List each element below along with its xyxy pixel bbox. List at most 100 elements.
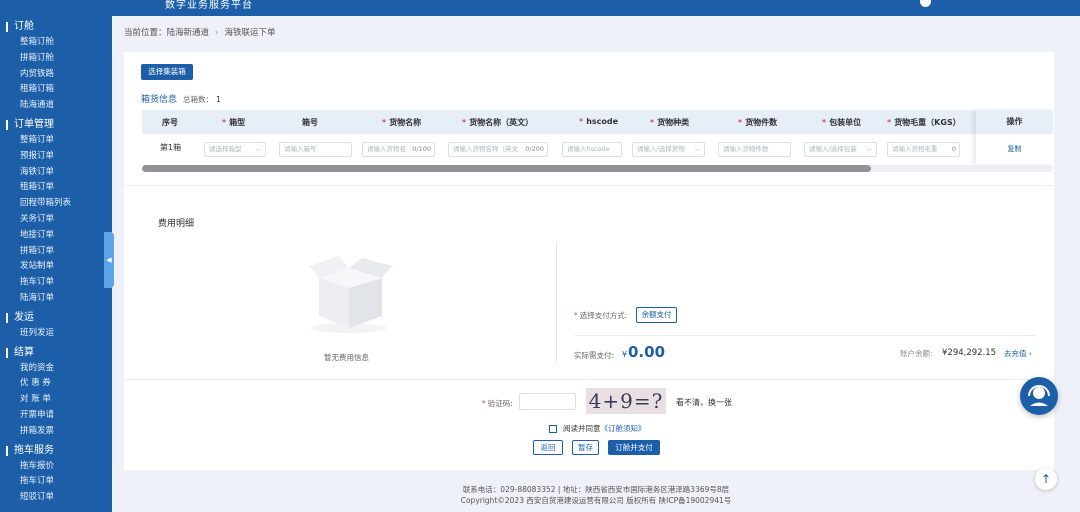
copy-row-link[interactable]: 复制 (976, 144, 1053, 154)
sidebar-item[interactable]: 拖车报价 (0, 459, 112, 475)
chevron-down-icon: ⌵ (255, 145, 261, 153)
breadcrumb: 当前位置：陆海新通道 › 海铁联运下单 (124, 28, 276, 38)
goods-type-select[interactable]: 请输入/选择货物 ⌵ (632, 142, 705, 157)
fee-detail-title: 费用明细 (158, 219, 195, 229)
breadcrumb-level1[interactable]: 陆海新通道 (167, 28, 210, 38)
box-info-header: 箱货信息 总箱数： 1 (141, 92, 221, 105)
sidebar-item[interactable]: 整箱订单 (0, 133, 112, 149)
sidebar-section-title[interactable]: 拖车服务 (0, 443, 112, 459)
sidebar-item[interactable]: 拖车订单 (0, 275, 112, 291)
sidebar-section-title[interactable]: 结算 (0, 345, 112, 361)
column-header: 序号 (162, 118, 178, 127)
gross-weight-input[interactable]: 请输入货物毛重 0 (887, 142, 960, 157)
sidebar-item[interactable]: 对 账 单 (0, 392, 112, 408)
sidebar-item[interactable]: 陆海订单 (0, 291, 112, 307)
balance-label: 账户余额: (900, 349, 933, 358)
box-no-input[interactable]: 请输入箱号 (279, 142, 352, 157)
column-header: * 箱型 (222, 118, 246, 127)
pack-unit-select[interactable]: 请输入/选择包装 ⌵ (804, 142, 877, 157)
verify-code-label: * 验证码: (482, 399, 513, 408)
sidebar-item[interactable]: 整箱订舱 (0, 35, 112, 51)
box-count-label: 总箱数： (183, 95, 214, 104)
captcha-image[interactable]: 4+9=? (586, 388, 666, 414)
sidebar-item[interactable]: 开票申请 (0, 408, 112, 424)
column-header: * 货物名称（英文） (462, 118, 534, 127)
sidebar-section-title[interactable]: 发运 (0, 310, 112, 326)
column-header: * 货物件数 (738, 118, 778, 127)
table-scrollbar[interactable] (142, 165, 1053, 172)
user-avatar-icon[interactable] (920, 0, 931, 7)
recharge-link[interactable]: 去充值 › (1004, 348, 1032, 359)
save-draft-button[interactable]: 暂存 (572, 440, 599, 455)
footer-copyright: Copyright©2023 西安自贸港建设运营有限公司 版权所有 陕ICP备1… (460, 496, 732, 505)
sidebar-item[interactable]: 地接订单 (0, 228, 112, 244)
column-header: * 货物种类 (650, 118, 690, 127)
divider (556, 242, 557, 362)
sidebar-item[interactable]: 拼箱发票 (0, 424, 112, 440)
sidebar-item[interactable]: 陆海通道 (0, 98, 112, 114)
table-header: 序号 * 箱型 箱号 * 货物名称 * 货物名称（英文） * hscode * 货物种类 * 货物件数 * 包… (142, 110, 1053, 134)
account-balance: ¥294,292.15 (942, 348, 997, 358)
sidebar-section-title[interactable]: 订单管理 (0, 117, 112, 133)
empty-fee-text: 暂无费用信息 (324, 353, 369, 362)
captcha-refresh-link[interactable]: 看不清，换一张 (676, 397, 732, 408)
sidebar-item[interactable]: 内贸铁路 (0, 67, 112, 83)
select-container-button[interactable]: 选择集装箱 (141, 64, 193, 80)
sidebar-item[interactable]: 短驳订单 (0, 490, 112, 506)
pay-amount: 0.00 (628, 343, 666, 361)
goods-name-input[interactable]: 请输入货物名 0/100 (362, 142, 435, 157)
sidebar-item[interactable]: 优 惠 券 (0, 376, 112, 392)
column-header: * 货物毛重（KGS） (887, 118, 961, 127)
platform-brand: 数字业务服务平台 (165, 0, 253, 11)
order-form-card: 选择集装箱 箱货信息 总箱数： 1 序号 * 箱型 箱号 * 货物名称 * 货物名称（英文） * hs… (124, 52, 1054, 470)
goods-name-en-input[interactable]: 请输入货物名称（英文 0/200 (448, 142, 548, 157)
terms-link[interactable]: 《订舱须知》 (601, 424, 646, 433)
box-info-title: 箱货信息 (141, 95, 178, 105)
balance-pay-option[interactable]: 余额支付 (636, 307, 677, 323)
operation-column: 操作 复制 (976, 110, 1053, 164)
empty-box-icon (304, 248, 394, 338)
sidebar-item[interactable]: 拖车订单 (0, 474, 112, 490)
sidebar-item[interactable]: 关务订单 (0, 212, 112, 228)
sidebar-item[interactable]: 我的资金 (0, 361, 112, 377)
divider (124, 185, 1054, 186)
column-header: * hscode (579, 117, 619, 126)
sidebar-item[interactable]: 租箱订箱 (0, 82, 112, 98)
goods-qty-input[interactable]: 请输入货物件数 (718, 142, 791, 157)
currency-symbol: ¥ (622, 350, 628, 359)
breadcrumb-prefix: 当前位置： (124, 28, 167, 38)
box-type-select[interactable]: 请选择箱型 ⌵ (204, 142, 266, 157)
back-button[interactable]: 返回 (533, 440, 563, 455)
sidebar-item[interactable]: 回程带箱列表 (0, 196, 112, 212)
agree-checkbox[interactable] (549, 425, 557, 433)
sidebar-item[interactable]: 租箱订单 (0, 180, 112, 196)
column-header: * 包装单位 (822, 118, 862, 127)
row-index: 第1箱 (160, 143, 182, 152)
divider (124, 379, 1054, 380)
customer-service-icon[interactable] (1020, 377, 1058, 415)
sidebar-item[interactable]: 班列发运 (0, 326, 112, 342)
sidebar-item[interactable]: 拼箱订舱 (0, 51, 112, 67)
breadcrumb-level2: 海铁联运下单 (224, 28, 276, 38)
sidebar-item[interactable]: 海铁订单 (0, 165, 112, 181)
divider (574, 335, 1036, 336)
back-to-top-icon[interactable]: ↑ (1035, 468, 1057, 490)
op-header: 操作 (976, 110, 1053, 134)
chevron-down-icon: ⌵ (866, 145, 872, 153)
scrollbar-thumb[interactable] (142, 165, 871, 172)
sidebar-section-title[interactable]: 订舱 (0, 19, 112, 35)
sidebar: 订舱 整箱订舱 拼箱订舱 内贸铁路 租箱订箱 陆海通道订单管理 整箱订单 预报订单 海铁订单 租箱… (0, 16, 112, 512)
verify-code-input[interactable] (519, 393, 576, 410)
sidebar-item[interactable]: 预报订单 (0, 149, 112, 165)
footer: 联系电话：029-88083352 | 地址：陕西省西安市国际港务区港泽路336… (112, 484, 1080, 506)
table-row: 第1箱 请选择箱型 ⌵ 请输入箱号 请输入货物名 0/100 请输入货物名称（英文 0… (142, 136, 1053, 164)
chevron-down-icon: ⌵ (694, 145, 700, 153)
column-header: * 货物名称 (382, 118, 422, 127)
hscode-input[interactable]: 请输入hscode (562, 142, 622, 157)
book-and-pay-button[interactable]: 订舱并支付 (608, 440, 660, 455)
sidebar-item[interactable]: 拼箱订单 (0, 244, 112, 260)
sidebar-collapse-toggle[interactable]: ◀ (104, 232, 114, 288)
pay-method-label: * 选择支付方式: (574, 311, 628, 320)
agree-text: 阅读并同意 (563, 424, 601, 433)
sidebar-item[interactable]: 发站制单 (0, 259, 112, 275)
